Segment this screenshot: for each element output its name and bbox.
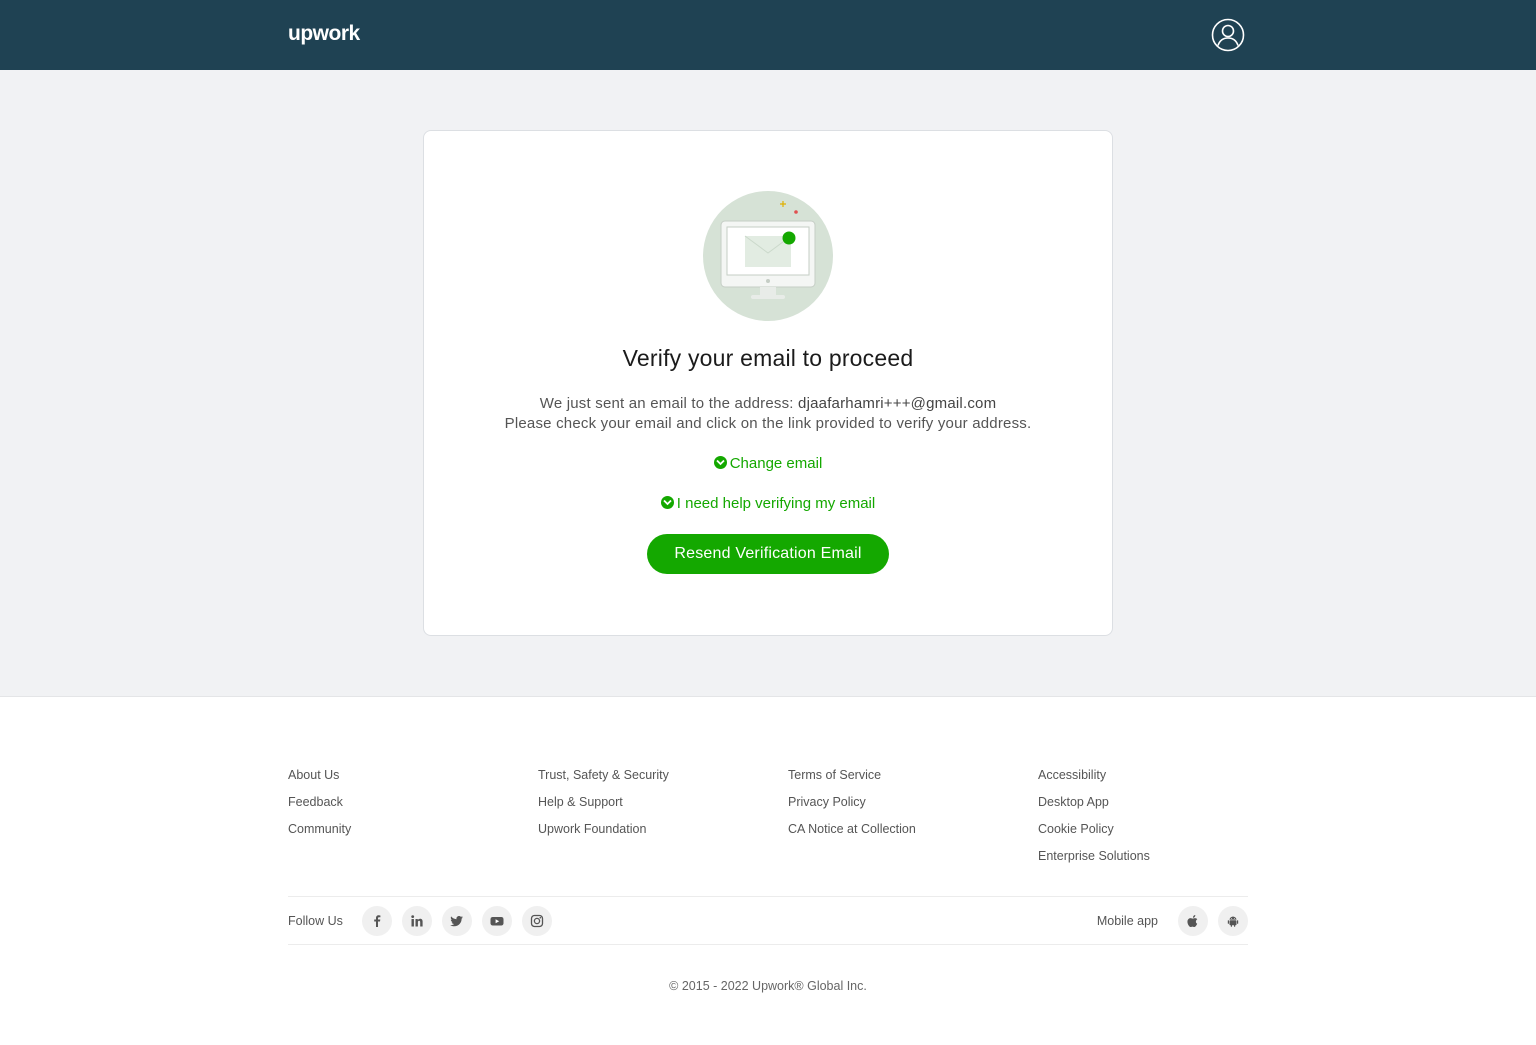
footer-link-enterprise[interactable]: Enterprise Solutions	[1038, 850, 1150, 877]
change-email-label: Change email	[729, 455, 823, 472]
sent-message-prefix: We just sent an email to the address:	[539, 395, 799, 412]
top-navigation-bar: upwork	[0, 0, 1536, 70]
youtube-icon[interactable]	[482, 906, 512, 936]
upwork-logo[interactable]: upwork	[288, 22, 360, 46]
footer-column-3: Terms of Service Privacy Policy CA Notic…	[788, 769, 916, 850]
footer-link-feedback[interactable]: Feedback	[288, 796, 351, 823]
footer-link-privacy[interactable]: Privacy Policy	[788, 796, 916, 823]
follow-us-label: Follow Us	[288, 914, 343, 928]
android-icon[interactable]	[1218, 906, 1248, 936]
footer: About Us Feedback Community Trust, Safet…	[0, 696, 1536, 1045]
footer-link-accessibility[interactable]: Accessibility	[1038, 769, 1150, 796]
footer-link-foundation[interactable]: Upwork Foundation	[538, 823, 669, 850]
footer-link-desktop-app[interactable]: Desktop App	[1038, 796, 1150, 823]
footer-column-2: Trust, Safety & Security Help & Support …	[538, 769, 669, 850]
check-email-message: Please check your email and click on the…	[504, 415, 1032, 432]
apple-icon[interactable]	[1178, 906, 1208, 936]
footer-column-1: About Us Feedback Community	[288, 769, 351, 850]
main-content: Verify your email to proceed We just sen…	[0, 70, 1536, 696]
footer-link-terms[interactable]: Terms of Service	[788, 769, 916, 796]
footer-link-about-us[interactable]: About Us	[288, 769, 351, 796]
twitter-icon[interactable]	[442, 906, 472, 936]
footer-column-4: Accessibility Desktop App Cookie Policy …	[1038, 769, 1150, 877]
footer-link-cookie-policy[interactable]: Cookie Policy	[1038, 823, 1150, 850]
help-verifying-link[interactable]: I need help verifying my email	[424, 495, 1112, 512]
footer-link-help-support[interactable]: Help & Support	[538, 796, 669, 823]
verify-email-card: Verify your email to proceed We just sen…	[423, 130, 1113, 636]
resend-verification-button[interactable]: Resend Verification Email	[647, 534, 889, 574]
footer-link-trust-safety[interactable]: Trust, Safety & Security	[538, 769, 669, 796]
facebook-icon[interactable]	[362, 906, 392, 936]
copyright-text: © 2015 - 2022 Upwork® Global Inc.	[669, 979, 867, 993]
sent-message: We just sent an email to the address: dj…	[424, 395, 1112, 412]
email-address: djaafarhamri+++@gmail.com	[798, 395, 997, 412]
instagram-icon[interactable]	[522, 906, 552, 936]
mobile-app-label: Mobile app	[1096, 914, 1158, 928]
linkedin-icon[interactable]	[402, 906, 432, 936]
help-verifying-label: I need help verifying my email	[676, 495, 876, 512]
chevron-down-icon	[660, 496, 674, 509]
social-row: Follow Us Mobile app	[288, 896, 1248, 945]
page-title: Verify your email to proceed	[622, 345, 914, 371]
footer-link-community[interactable]: Community	[288, 823, 351, 850]
change-email-link[interactable]: Change email	[424, 455, 1112, 472]
monitor-email-icon	[703, 191, 833, 321]
chevron-down-icon	[713, 456, 727, 469]
footer-link-ca-notice[interactable]: CA Notice at Collection	[788, 823, 916, 850]
user-circle-icon[interactable]	[1211, 18, 1245, 52]
